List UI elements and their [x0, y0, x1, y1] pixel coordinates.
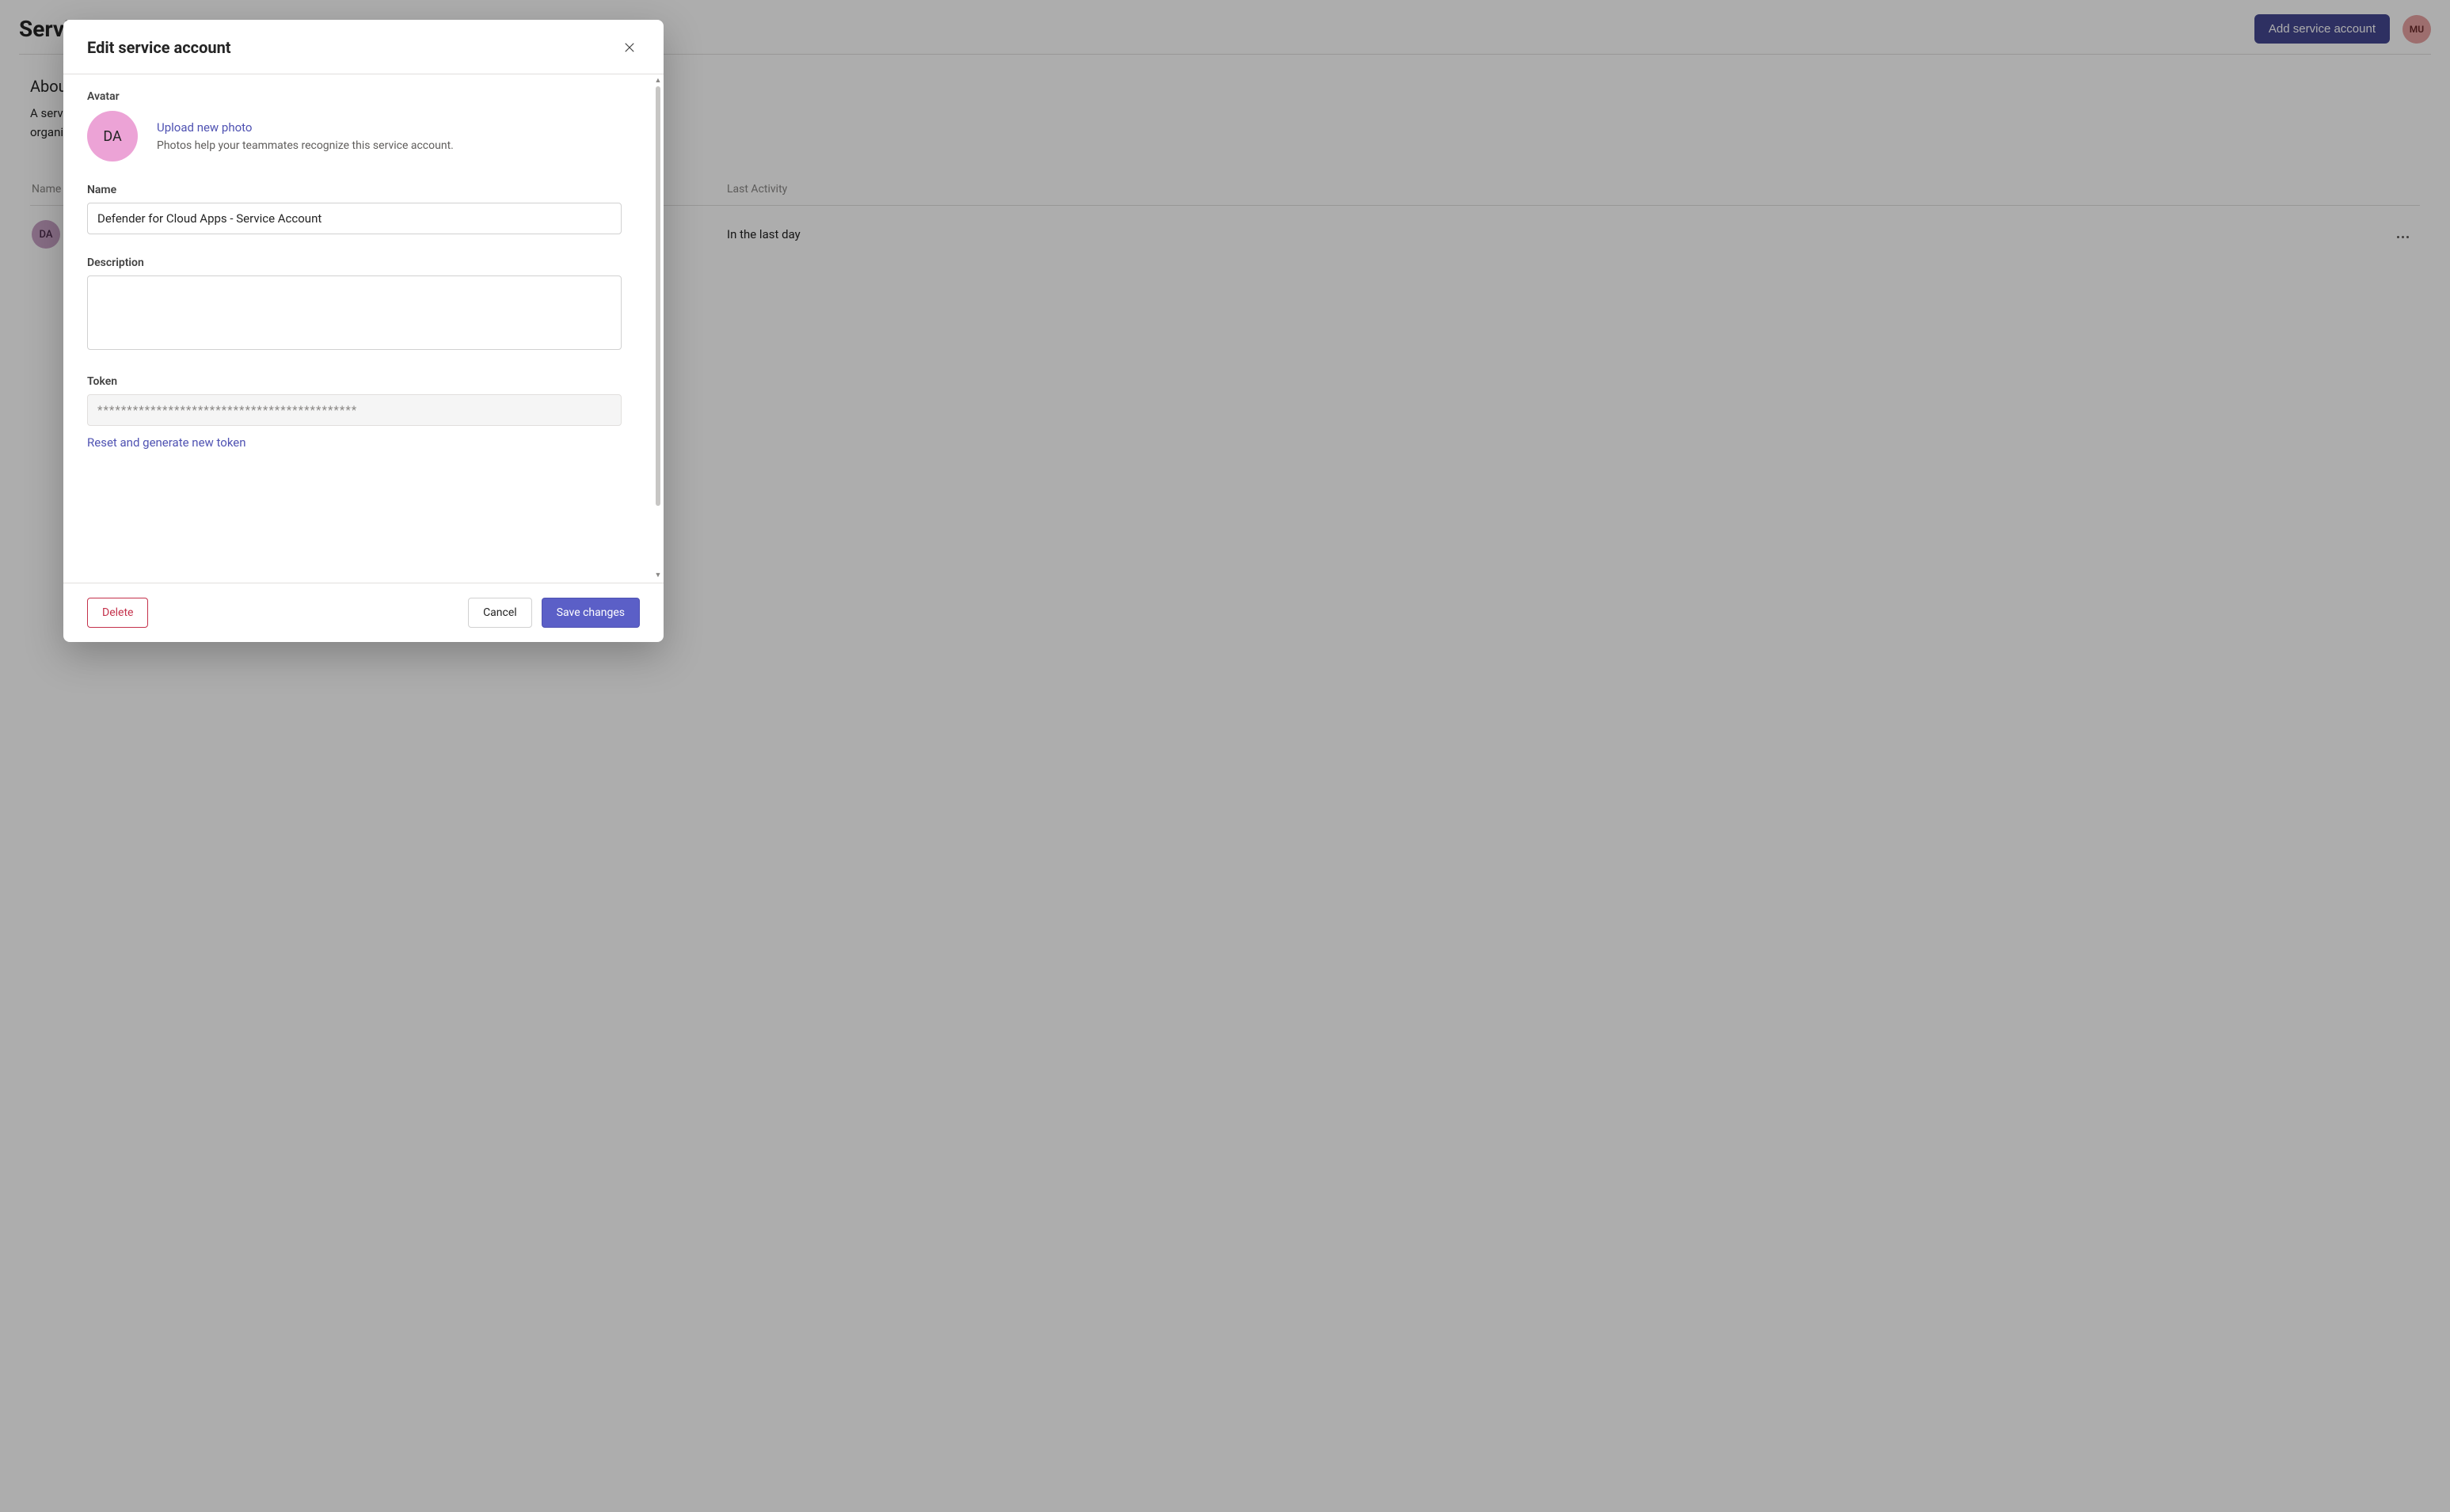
token-display: ****************************************…: [87, 394, 622, 426]
edit-service-account-dialog: Edit service account Avatar DA Upload ne…: [63, 20, 664, 642]
service-account-avatar: DA: [87, 111, 138, 161]
reset-token-link[interactable]: Reset and generate new token: [87, 435, 246, 450]
name-label: Name: [87, 184, 640, 196]
save-button[interactable]: Save changes: [542, 598, 640, 628]
avatar-row: DA Upload new photo Photos help your tea…: [87, 111, 640, 161]
scroll-up-icon[interactable]: ▲: [655, 78, 662, 85]
token-label: Token: [87, 375, 640, 388]
avatar-label: Avatar: [87, 90, 640, 103]
description-input[interactable]: [87, 275, 622, 350]
dialog-footer: Delete Cancel Save changes: [63, 583, 664, 642]
name-input[interactable]: [87, 203, 622, 234]
cancel-button[interactable]: Cancel: [468, 598, 532, 628]
scroll-down-icon[interactable]: ▼: [655, 572, 662, 579]
description-label: Description: [87, 256, 640, 269]
dialog-title: Edit service account: [87, 38, 231, 57]
dialog-scrollbar[interactable]: ▲ ▼: [654, 78, 662, 579]
scroll-thumb[interactable]: [656, 86, 660, 506]
upload-photo-hint: Photos help your teammates recognize thi…: [157, 139, 454, 152]
upload-photo-link[interactable]: Upload new photo: [157, 120, 454, 135]
close-button[interactable]: [619, 37, 640, 58]
dialog-body[interactable]: Avatar DA Upload new photo Photos help y…: [63, 74, 664, 583]
delete-button[interactable]: Delete: [87, 598, 148, 628]
close-icon: [622, 40, 637, 55]
dialog-header: Edit service account: [63, 20, 664, 74]
